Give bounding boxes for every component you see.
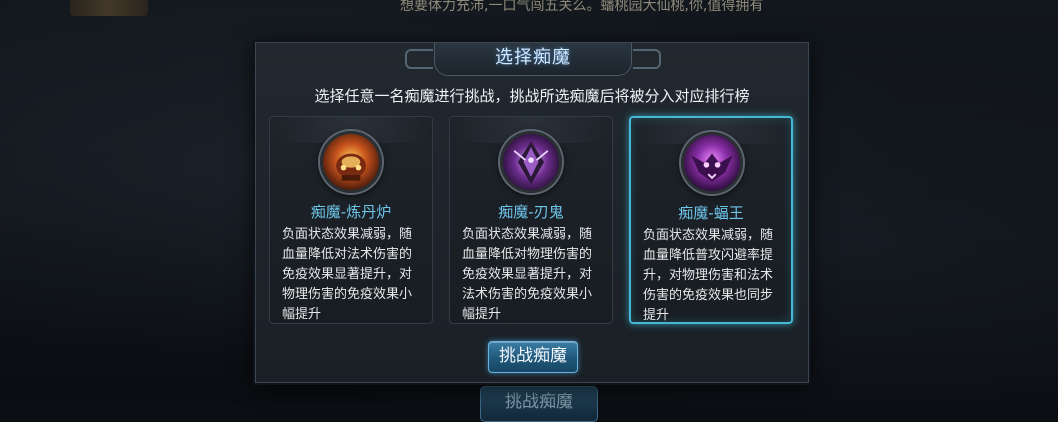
furnace-demon-icon [320, 131, 382, 193]
blade-ghost-icon [500, 131, 562, 193]
demon-card-description: 负面状态效果减弱，随血量降低普攻闪避率提升，对物理伤害和法术伤害的免疫效果也同步… [643, 228, 774, 323]
demon-card-name: 痴魔-刃鬼 [498, 203, 564, 221]
game-logo [70, 0, 148, 16]
challenge-button[interactable]: 挑战痴魔 [488, 341, 578, 373]
bat-king-icon [681, 132, 743, 194]
select-demon-dialog: 选择痴魔 选择任意一名痴魔进行挑战，挑战所选痴魔后将被分入对应排行榜 痴魔-炼丹… [255, 42, 809, 383]
dialog-title-plate: 选择痴魔 [405, 43, 661, 76]
demon-card-furnace[interactable]: 痴魔-炼丹炉 负面状态效果减弱，随血量降低对法术伤害的免疫效果显著提升，对物理伤… [269, 116, 433, 324]
demon-card-description: 负面状态效果减弱，随血量降低对物理伤害的免疫效果显著提升，对法术伤害的免疫效果小… [462, 227, 593, 322]
dialog-title: 选择痴魔 [495, 47, 571, 68]
demon-card-blade-ghost[interactable]: 痴魔-刃鬼 负面状态效果减弱，随血量降低对物理伤害的免疫效果显著提升，对法术伤害… [449, 116, 613, 324]
demon-card-name: 痴魔-蝠王 [678, 204, 744, 222]
background-challenge-button: 挑战痴魔 [480, 386, 598, 422]
announcement-ticker: 想要体力充沛,一口气闯五关么。蟠桃园大仙桃,你,值得拥有 [400, 0, 764, 14]
dialog-instruction: 选择任意一名痴魔进行挑战，挑战所选痴魔后将被分入对应排行榜 [314, 87, 750, 105]
demon-card-description: 负面状态效果减弱，随血量降低对法术伤害的免疫效果显著提升，对物理伤害的免疫效果小… [282, 227, 413, 322]
demon-card-bat-king[interactable]: 痴魔-蝠王 负面状态效果减弱，随血量降低普攻闪避率提升，对物理伤害和法术伤害的免… [629, 116, 793, 324]
demon-card-name: 痴魔-炼丹炉 [310, 203, 392, 221]
